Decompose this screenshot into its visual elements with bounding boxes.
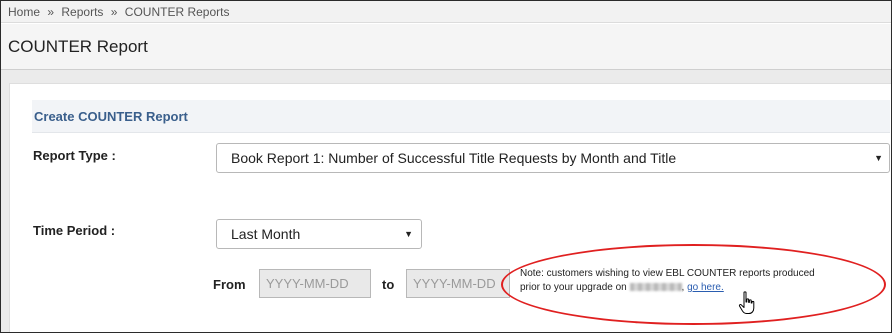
- panel-heading: Create COUNTER Report: [32, 100, 890, 133]
- to-date-input[interactable]: YYYY-MM-DD: [406, 269, 510, 298]
- breadcrumb-home[interactable]: Home: [8, 5, 40, 19]
- breadcrumb-separator: »: [110, 5, 118, 19]
- report-type-value: Book Report 1: Number of Successful Titl…: [231, 150, 677, 166]
- time-period-select[interactable]: Last Month ▼: [216, 219, 422, 249]
- highlight-annotation-oval: [501, 244, 886, 325]
- time-period-value: Last Month: [231, 226, 301, 242]
- title-bar: COUNTER Report: [1, 24, 891, 70]
- window: Home » Reports » COUNTER Reports COUNTER…: [0, 0, 892, 333]
- breadcrumb-reports[interactable]: Reports: [61, 5, 103, 19]
- panel-heading-title: Create COUNTER Report: [34, 109, 188, 124]
- to-label: to: [382, 277, 395, 292]
- report-type-select[interactable]: Book Report 1: Number of Successful Titl…: [216, 143, 890, 173]
- page-title: COUNTER Report: [8, 37, 148, 56]
- caret-down-icon: ▼: [874, 153, 883, 163]
- hand-pointer-icon: [738, 291, 756, 320]
- from-date-input[interactable]: YYYY-MM-DD: [259, 269, 371, 298]
- to-date-placeholder: YYYY-MM-DD: [413, 276, 496, 291]
- breadcrumb-separator: »: [47, 5, 55, 19]
- from-label: From: [213, 277, 246, 292]
- time-period-label: Time Period :: [33, 223, 116, 238]
- breadcrumb-counter-reports: COUNTER Reports: [124, 5, 230, 19]
- breadcrumb: Home » Reports » COUNTER Reports: [1, 1, 891, 23]
- from-date-placeholder: YYYY-MM-DD: [266, 276, 349, 291]
- caret-down-icon: ▼: [404, 229, 413, 239]
- report-type-label: Report Type :: [33, 148, 116, 163]
